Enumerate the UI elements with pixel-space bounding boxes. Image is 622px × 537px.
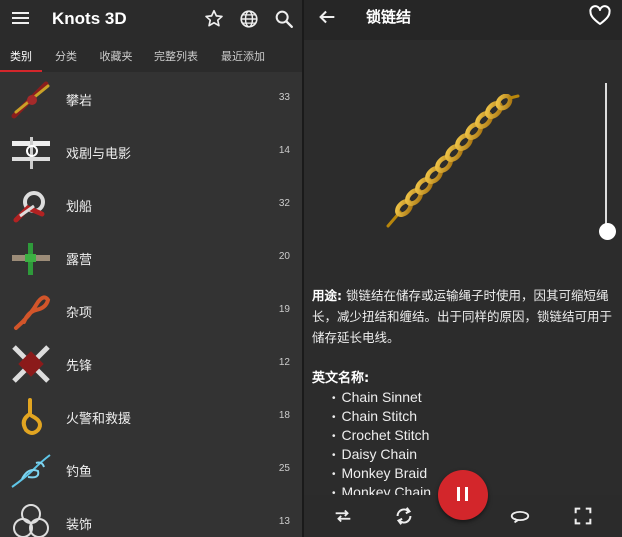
category-label: 划船 — [66, 200, 93, 215]
category-label: 杂项 — [66, 306, 93, 321]
pause-button[interactable] — [438, 470, 488, 520]
tab-recently-added[interactable]: 最近添加 — [210, 40, 276, 72]
chain-sinnet-knot-image[interactable] — [386, 94, 522, 228]
fullscreen-icon[interactable] — [572, 505, 594, 527]
menu-icon[interactable] — [12, 9, 32, 29]
theatre-knot-icon — [12, 137, 50, 169]
climbing-knot-icon — [11, 81, 50, 119]
swap-direction-icon[interactable] — [332, 505, 354, 527]
alt-names-label: 英文名称: — [312, 371, 370, 386]
category-decorative[interactable]: 装饰 13 — [0, 496, 302, 537]
category-label: 装饰 — [66, 518, 93, 533]
category-count: 19 — [278, 304, 290, 315]
search-icon[interactable] — [273, 8, 295, 30]
category-boating[interactable]: 划船 32 — [0, 178, 302, 231]
category-count: 12 — [278, 357, 290, 368]
fishing-knot-icon — [11, 454, 51, 488]
usage-text: 锁链结在储存或运输绳子时使用，因其可缩短绳长，减少扭结和缠结。出于同样的原因，锁… — [312, 288, 613, 345]
usage-label: 用途: — [312, 288, 342, 303]
speed-slider-track[interactable] — [605, 83, 607, 239]
list-item: Daisy Chain — [332, 446, 431, 465]
list-item: Chain Stitch — [332, 408, 431, 427]
category-camping[interactable]: 露营 20 — [0, 231, 302, 284]
category-count: 32 — [278, 198, 290, 209]
category-count: 25 — [278, 463, 290, 474]
category-count: 33 — [278, 92, 290, 103]
knot-title: 锁链结 — [366, 8, 412, 26]
category-misc[interactable]: 杂项 19 — [0, 284, 302, 337]
fire-rescue-knot-icon — [21, 398, 42, 435]
categories-pane: Knots 3D 类别 分类 收藏夹 完整列表 最近添加 攀岩 33 戏剧与电影… — [0, 0, 302, 537]
heart-icon[interactable] — [588, 4, 612, 28]
speed-slider-thumb[interactable] — [599, 222, 616, 240]
category-label: 戏剧与电影 — [66, 147, 132, 162]
camping-knot-icon — [12, 243, 50, 275]
category-count: 18 — [278, 410, 290, 421]
category-label: 先锋 — [66, 359, 93, 374]
pause-icon — [457, 487, 460, 501]
tab-categories[interactable]: 类别 — [0, 40, 42, 72]
list-item: Monkey Braid — [332, 465, 431, 484]
sync-icon[interactable] — [393, 505, 415, 527]
list-item: Chain Sinnet — [332, 389, 431, 408]
tab-classification[interactable]: 分类 — [42, 40, 90, 72]
category-label: 火警和救援 — [66, 412, 132, 427]
category-count: 14 — [278, 145, 290, 156]
rotate-3d-icon[interactable] — [509, 505, 531, 527]
category-count: 13 — [278, 516, 290, 527]
pause-icon — [465, 487, 468, 501]
category-fishing[interactable]: 钓鱼 25 — [0, 443, 302, 496]
misc-knot-icon — [14, 295, 51, 330]
category-label: 攀岩 — [66, 94, 93, 109]
back-arrow-icon[interactable] — [316, 6, 338, 28]
globe-icon[interactable] — [238, 8, 260, 30]
decorative-knot-icon — [13, 504, 49, 537]
category-climbing[interactable]: 攀岩 33 — [0, 72, 302, 125]
star-icon[interactable] — [203, 8, 225, 30]
knot-detail-pane: 锁链结 用途: 锁链结在储存或运输绳子时使用，因其可缩短绳长，减少扭结和缠结。出… — [304, 0, 622, 537]
category-count: 20 — [278, 251, 290, 262]
tab-full-list[interactable]: 完整列表 — [142, 40, 210, 72]
alt-names-list: Chain Sinnet Chain Stitch Crochet Stitch… — [332, 389, 432, 503]
app-bar: Knots 3D 类别 分类 收藏夹 完整列表 最近添加 — [0, 0, 302, 72]
usage-description: 用途: 锁链结在储存或运输绳子时使用，因其可缩短绳长，减少扭结和缠结。出于同样的… — [312, 285, 614, 348]
boating-knot-icon — [13, 191, 45, 223]
tab-favorites[interactable]: 收藏夹 — [90, 40, 142, 72]
category-label: 钓鱼 — [66, 465, 93, 480]
detail-app-bar: 锁链结 — [304, 0, 622, 40]
category-fire-rescue[interactable]: 火警和救援 18 — [0, 390, 302, 443]
category-list: 攀岩 33 戏剧与电影 14 划船 32 露营 20 杂项 19 先锋 12 火… — [0, 72, 302, 537]
category-tabs: 类别 分类 收藏夹 完整列表 最近添加 — [0, 40, 302, 72]
category-label: 露营 — [66, 253, 93, 268]
category-pioneering[interactable]: 先锋 12 — [0, 337, 302, 390]
list-item: Crochet Stitch — [332, 427, 431, 446]
app-title: Knots 3D — [52, 9, 127, 28]
category-theatre-film[interactable]: 戏剧与电影 14 — [0, 125, 302, 178]
pioneering-knot-icon — [12, 345, 50, 383]
